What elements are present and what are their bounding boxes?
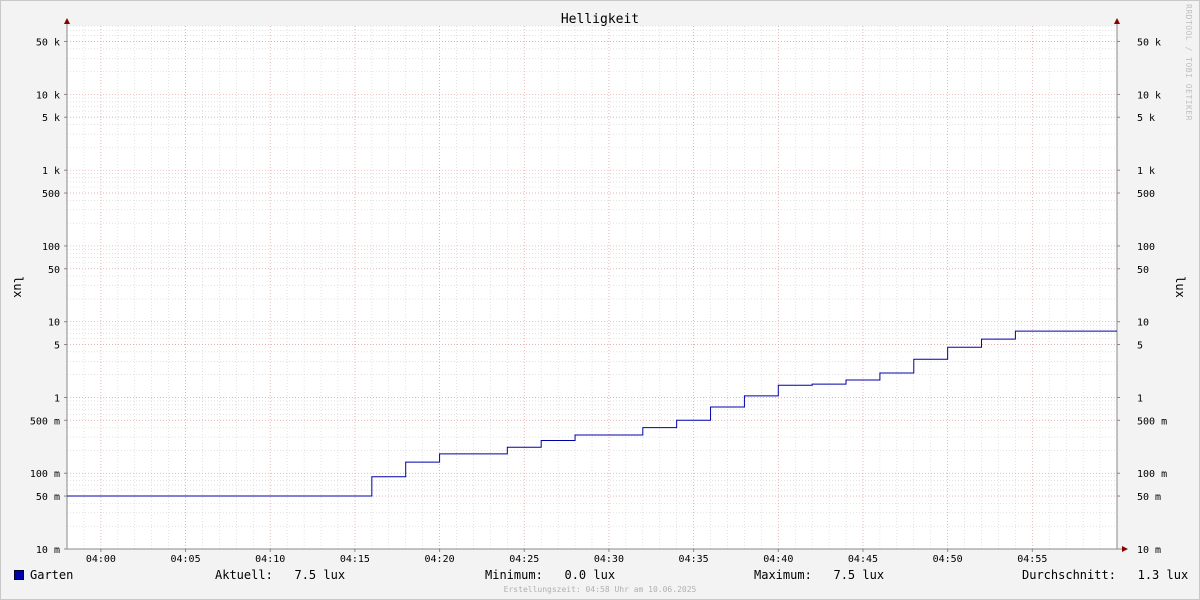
x-tick-label: 04:45 bbox=[848, 554, 878, 565]
y-tick-label-right: 100 bbox=[1137, 242, 1155, 253]
x-tick-label: 04:00 bbox=[86, 554, 116, 565]
y-tick-label-right: 1 k bbox=[1137, 166, 1155, 177]
y-tick-label-left: 1 bbox=[54, 393, 60, 404]
x-tick-label: 04:05 bbox=[170, 554, 200, 565]
y-tick-label-right: 50 bbox=[1137, 265, 1149, 276]
y-axis-label-left: lux bbox=[11, 276, 25, 298]
x-tick-label: 04:40 bbox=[763, 554, 793, 565]
x-tick-label: 04:35 bbox=[679, 554, 709, 565]
legend-current: Aktuell: 7.5 lux bbox=[215, 568, 346, 582]
y-tick-label-right: 1 bbox=[1137, 393, 1143, 404]
x-tick-label: 04:30 bbox=[594, 554, 624, 565]
legend-maximum: Maximum: 7.5 lux bbox=[754, 568, 885, 582]
legend-average: Durchschnitt: 1.3 lux bbox=[1022, 568, 1189, 582]
y-tick-label-left: 100 bbox=[42, 242, 60, 253]
y-tick-label-left: 5 bbox=[54, 341, 60, 352]
y-tick-label-left: 10 m bbox=[36, 545, 60, 556]
y-tick-label-right: 10 k bbox=[1137, 90, 1161, 101]
y-tick-label-left: 50 k bbox=[36, 37, 60, 48]
y-axis-label-right: lux bbox=[1173, 276, 1187, 298]
y-tick-label-left: 5 k bbox=[42, 113, 60, 124]
legend-series-name: Garten bbox=[30, 568, 74, 582]
y-tick-label-right: 50 k bbox=[1137, 37, 1161, 48]
chart: 50 k 50 k10 k 10 k5 k5 k1 k1 k500 500100 100… bbox=[11, 12, 1187, 565]
y-tick-label-right: 100 m bbox=[1137, 469, 1167, 480]
x-tick-label: 04:25 bbox=[509, 554, 539, 565]
chart-title: Helligkeit bbox=[561, 12, 639, 27]
y-tick-label-right: 5 k bbox=[1137, 113, 1155, 124]
y-tick-label-left: 10 bbox=[48, 318, 60, 329]
y-tick-label-left: 500 bbox=[42, 189, 60, 200]
y-tick-label-left: 1 k bbox=[42, 166, 60, 177]
y-tick-label-left: 100 m bbox=[30, 469, 60, 480]
x-tick-label: 04:55 bbox=[1017, 554, 1047, 565]
x-tick-label: 04:10 bbox=[255, 554, 285, 565]
y-tick-label-right: 50 m bbox=[1137, 492, 1161, 503]
x-axis-arrow bbox=[1122, 546, 1128, 552]
legend-swatch-garten bbox=[14, 570, 24, 580]
y-tick-label-right: 10 bbox=[1137, 318, 1149, 329]
y-tick-label-left: 50 m bbox=[36, 492, 60, 503]
watermark: RRDTOOL / TOBI OETIKER bbox=[1184, 4, 1193, 121]
y-tick-label-right: 500 m bbox=[1137, 416, 1167, 427]
y-tick-label-right: 10 m bbox=[1137, 545, 1161, 556]
x-tick-label: 04:50 bbox=[933, 554, 963, 565]
creation-time: Erstellungszeit: 04:58 Uhr am 10.06.2025 bbox=[503, 585, 697, 594]
legend-minimum: Minimum: 0.0 lux bbox=[485, 568, 616, 582]
y-tick-label-left: 500 m bbox=[30, 416, 60, 427]
y-tick-label-left: 10 k bbox=[36, 90, 60, 101]
y-axis-arrow-right bbox=[1114, 18, 1120, 24]
y-tick-label-right: 5 bbox=[1137, 341, 1143, 352]
x-tick-label: 04:20 bbox=[425, 554, 455, 565]
y-axis-arrow-left bbox=[64, 18, 70, 24]
y-tick-label-left: 50 bbox=[48, 265, 60, 276]
x-tick-label: 04:15 bbox=[340, 554, 370, 565]
y-tick-label-right: 500 bbox=[1137, 189, 1155, 200]
